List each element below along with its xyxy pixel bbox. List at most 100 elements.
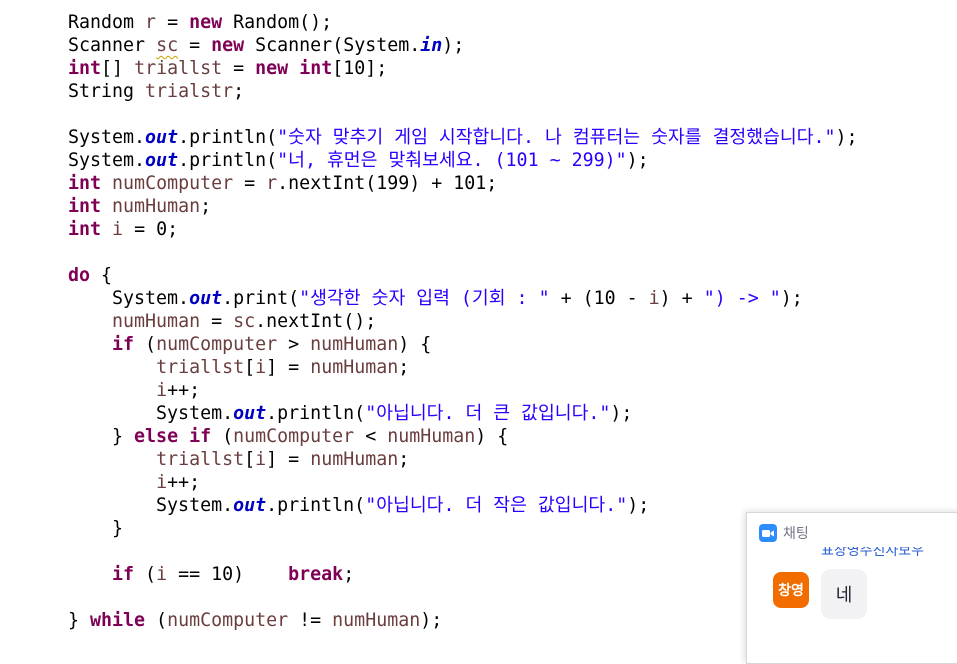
code-token: ; bbox=[233, 81, 245, 102]
code-token: int bbox=[68, 219, 102, 240]
chat-panel: 채팅 표창영주친사보우 창영 네 bbox=[746, 512, 957, 664]
code-token: new bbox=[189, 12, 223, 33]
code-token: [] bbox=[101, 58, 135, 79]
code-token: } bbox=[68, 610, 91, 631]
code-token: "숫자 맞추기 게임 시작합니다. 나 컴퓨터는 숫자를 결정했습니다." bbox=[277, 127, 836, 148]
chat-title: 채팅 bbox=[783, 526, 809, 542]
code-token: triallst bbox=[156, 357, 245, 378]
code-token: out bbox=[145, 150, 179, 171]
code-token: numComputer bbox=[112, 173, 234, 194]
code-token: numHuman bbox=[112, 311, 201, 332]
code-token: } bbox=[68, 518, 124, 539]
code-token: .nextInt(199) + 101; bbox=[277, 173, 498, 194]
code-token: .println( bbox=[266, 403, 366, 424]
code-line: int[] triallst = new int[10]; bbox=[68, 57, 858, 80]
code-token: ); bbox=[626, 150, 649, 171]
code-token: i bbox=[156, 472, 168, 493]
code-line: System.out.println("숫자 맞추기 게임 시작합니다. 나 컴… bbox=[68, 126, 858, 149]
code-token: } bbox=[68, 426, 135, 447]
code-token: triallst bbox=[156, 449, 245, 470]
code-token: i bbox=[648, 288, 660, 309]
code-token: triallst bbox=[134, 58, 223, 79]
code-token: int bbox=[68, 58, 102, 79]
code-token: = bbox=[222, 58, 256, 79]
code-token: i bbox=[112, 219, 124, 240]
code-token: ] = bbox=[266, 357, 311, 378]
code-token: System. bbox=[68, 127, 146, 148]
code-token: trialstr bbox=[145, 81, 234, 102]
code-token: new bbox=[255, 58, 289, 79]
avatar[interactable]: 창영 bbox=[773, 572, 809, 608]
code-token: != bbox=[288, 610, 333, 631]
code-token: i bbox=[156, 564, 168, 585]
code-token: ); bbox=[627, 495, 650, 516]
code-token: > bbox=[277, 334, 311, 355]
code-token: ( bbox=[134, 334, 157, 355]
code-token: < bbox=[354, 426, 388, 447]
code-area[interactable]: Random r = new Random(); Scanner sc = new… bbox=[68, 11, 858, 632]
code-token: String bbox=[68, 81, 146, 102]
code-token: "아닙니다. 더 작은 값입니다." bbox=[365, 495, 628, 516]
code-token: .println( bbox=[266, 495, 366, 516]
code-token: + (10 - bbox=[549, 288, 649, 309]
code-token: i bbox=[255, 357, 267, 378]
code-token: ); bbox=[442, 35, 465, 56]
code-token: == 10) bbox=[167, 564, 289, 585]
code-token: ); bbox=[780, 288, 803, 309]
code-token: out bbox=[145, 127, 179, 148]
code-line: if (numComputer > numHuman) { bbox=[68, 333, 858, 356]
code-token: = bbox=[178, 35, 212, 56]
code-token: [10]; bbox=[332, 58, 388, 79]
code-token: if bbox=[112, 564, 135, 585]
code-token: .nextInt(); bbox=[255, 311, 377, 332]
code-token: ++; bbox=[167, 380, 201, 401]
code-token: numHuman bbox=[310, 357, 399, 378]
code-token: if bbox=[112, 334, 135, 355]
code-token: Random bbox=[68, 12, 146, 33]
code-line: i++; bbox=[68, 379, 858, 402]
code-token: .println( bbox=[178, 150, 278, 171]
code-token: .println( bbox=[178, 127, 278, 148]
code-token: out bbox=[233, 495, 267, 516]
code-line: } else if (numComputer < numHuman) { bbox=[68, 425, 858, 448]
code-token: "아닙니다. 더 큰 값입니다." bbox=[365, 403, 611, 424]
code-line: numHuman = sc.nextInt(); bbox=[68, 310, 858, 333]
code-token: ( bbox=[211, 426, 234, 447]
code-token: [ bbox=[244, 357, 256, 378]
code-line: int i = 0; bbox=[68, 218, 858, 241]
code-line: Scanner sc = new Scanner(System.in); bbox=[68, 34, 858, 57]
code-line: } while (numComputer != numHuman); bbox=[68, 609, 858, 632]
code-token: do bbox=[68, 265, 91, 286]
code-token: = 0; bbox=[123, 219, 179, 240]
code-token: System. bbox=[68, 288, 190, 309]
code-token: i bbox=[255, 449, 267, 470]
code-token: ); bbox=[610, 403, 633, 424]
code-token: ] = bbox=[266, 449, 311, 470]
code-token: while bbox=[90, 610, 146, 631]
code-token: ); bbox=[420, 610, 443, 631]
message-sender-name: 표창영주친사보우 bbox=[821, 547, 925, 559]
chat-header: 채팅 bbox=[759, 523, 809, 543]
code-line: triallst[i] = numHuman; bbox=[68, 448, 858, 471]
code-token: { bbox=[90, 265, 113, 286]
code-token: int bbox=[68, 196, 102, 217]
code-token: out bbox=[189, 288, 223, 309]
code-token: in bbox=[420, 35, 443, 56]
code-token: = bbox=[156, 12, 190, 33]
code-line: Random r = new Random(); bbox=[68, 11, 858, 34]
code-token: r bbox=[145, 12, 157, 33]
code-line: String trialstr; bbox=[68, 80, 858, 103]
code-token: new bbox=[211, 35, 245, 56]
code-token: ; bbox=[343, 564, 355, 585]
